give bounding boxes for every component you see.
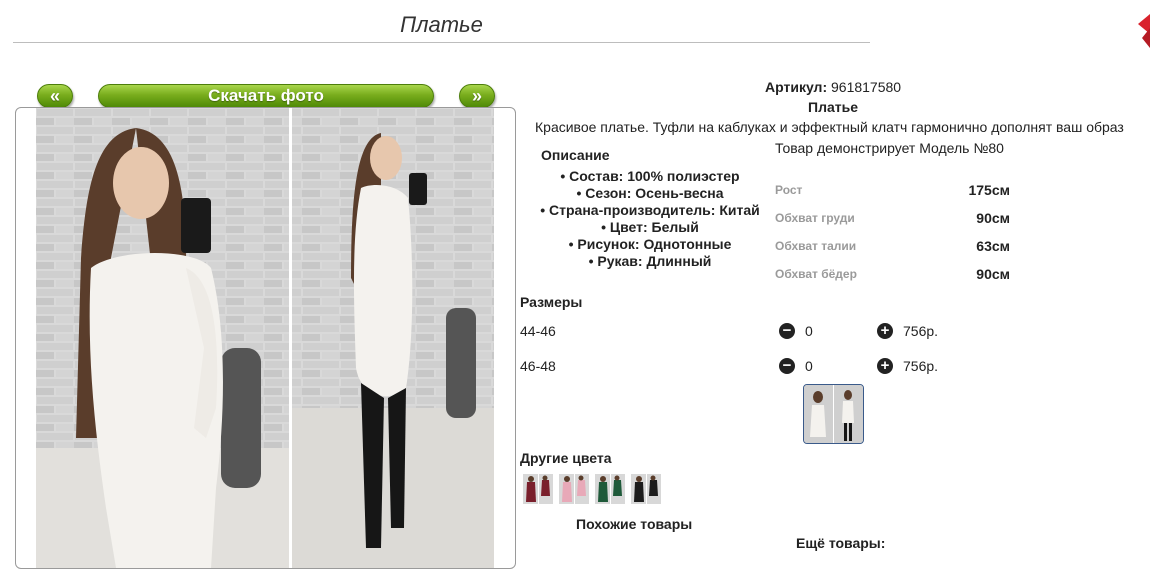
other-colors-heading: Другие цвета [520, 450, 612, 466]
attribute-item: • Страна-производитель: Китай [540, 202, 760, 218]
selected-photo-thumbnail[interactable] [803, 384, 864, 444]
product-name: Платье [808, 99, 858, 115]
description-heading: Описание [541, 147, 610, 163]
attributes-list: • Состав: 100% полиэстер • Сезон: Осень-… [520, 168, 780, 270]
measurement-value-height: 175см [968, 182, 1010, 198]
plus-icon[interactable]: + [877, 358, 893, 374]
measurement-value-chest: 90см [976, 210, 1010, 226]
minus-icon[interactable]: − [779, 358, 795, 374]
product-description: Красивое платье. Туфли на каблуках и эфф… [535, 119, 1124, 135]
sizes-heading: Размеры [520, 294, 583, 310]
thumbnail-image [804, 385, 863, 443]
measurement-label-height: Рост [775, 183, 803, 197]
measurement-value-hips: 90см [976, 266, 1010, 282]
attribute-item: • Сезон: Осень-весна [576, 185, 724, 201]
size-price: 756р. [903, 323, 939, 339]
minus-icon[interactable]: − [779, 323, 795, 339]
color-variant-thumbnail[interactable] [559, 474, 589, 504]
color-variant-image [559, 474, 589, 504]
color-variant-thumbnail[interactable] [631, 474, 661, 504]
attribute-item: • Рисунок: Однотонные [568, 236, 732, 252]
plus-icon[interactable]: + [877, 323, 893, 339]
color-variant-image [523, 474, 553, 504]
color-variant-image [631, 474, 661, 504]
size-label: 44-46 [520, 323, 556, 339]
attribute-item: • Состав: 100% полиэстер [560, 168, 740, 184]
product-photo-image [36, 108, 494, 568]
size-quantity: 0 [805, 323, 813, 339]
prev-photo-button[interactable]: « [37, 84, 73, 108]
measurement-label-chest: Обхват груди [775, 211, 855, 225]
attribute-item: • Цвет: Белый [601, 219, 699, 235]
color-variant-image [595, 474, 625, 504]
article-label: Артикул: [765, 79, 828, 95]
measurement-value-waist: 63см [976, 238, 1010, 254]
article-value: 961817580 [831, 79, 902, 95]
size-price: 756р. [903, 358, 939, 374]
red-arrow-icon[interactable] [1138, 14, 1150, 48]
product-photo[interactable] [15, 107, 516, 569]
color-variant-thumbnail[interactable] [595, 474, 625, 504]
page-title: Платье [400, 12, 483, 37]
measurement-label-hips: Обхват бёдер [775, 267, 857, 281]
title-divider [13, 42, 870, 43]
size-quantity: 0 [805, 358, 813, 374]
next-photo-button[interactable]: » [459, 84, 495, 108]
measurement-label-waist: Обхват талии [775, 239, 857, 253]
color-variant-thumbnail[interactable] [523, 474, 553, 504]
similar-products-heading: Похожие товары [576, 516, 693, 532]
attribute-item: • Рукав: Длинный [588, 253, 712, 269]
model-info: Товар демонстрирует Модель №80 [775, 140, 1004, 156]
article-line: Артикул: 961817580 [765, 79, 901, 95]
download-photo-button[interactable]: Скачать фото [98, 84, 434, 108]
size-label: 46-48 [520, 358, 556, 374]
